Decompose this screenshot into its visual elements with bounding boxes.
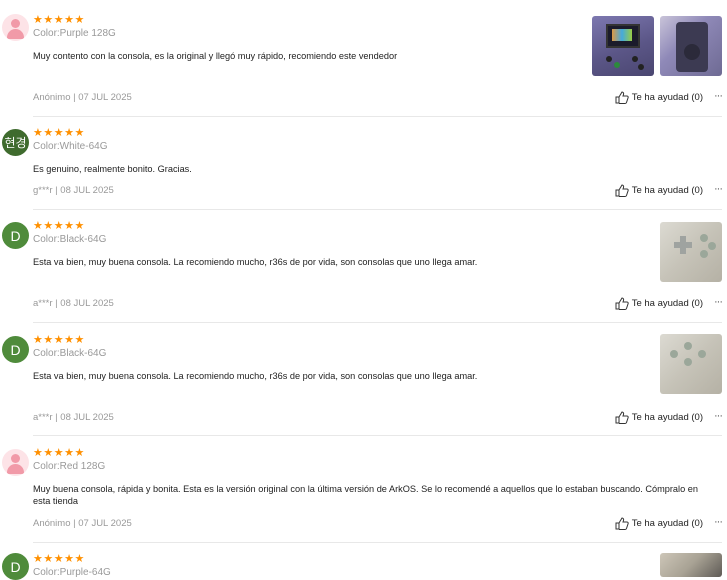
thumbs-up-icon [615,184,629,197]
avatar [2,14,29,41]
user-icon [2,14,29,41]
helpful-button[interactable]: Te ha ayudad (0) [615,411,703,424]
review-text: Esta va bien, muy buena consola. La reco… [33,257,478,267]
avatar [2,449,29,476]
review-photo[interactable] [660,16,722,76]
helpful-button[interactable]: Te ha ayudad (0) [615,184,703,197]
more-options-icon[interactable]: ··· [714,516,723,528]
avatar: 현경 [2,129,29,156]
review-item: D ★★★★★ Color:Black-64G Esta va bien, mu… [0,334,727,436]
helpful-button[interactable]: Te ha ayudad (0) [615,91,703,104]
helpful-label: Te ha ayudad (0) [631,298,703,309]
avatar: D [2,553,29,580]
avatar: D [2,222,29,249]
avatar: D [2,336,29,363]
more-options-icon[interactable]: ··· [714,90,723,102]
review-author-date: g***r | 08 JUL 2025 [33,185,114,196]
variant-label: Color:Black-64G [33,348,107,359]
review-text: Muy buena consola, rápida y bonita. Esta… [33,484,698,506]
star-rating: ★★★★★ [33,220,85,232]
review-item: 현경 ★★★★★ Color:White-64G Es genuino, rea… [0,127,727,210]
review-author-date: a***r | 08 JUL 2025 [33,412,114,423]
user-icon [2,449,29,476]
more-options-icon[interactable]: ··· [714,183,723,195]
star-rating: ★★★★★ [33,334,85,346]
review-photo[interactable] [660,334,722,394]
review-photo[interactable] [592,16,654,76]
thumbs-up-icon [615,517,629,530]
review-item: ★★★★★ Color:Red 128G Muy buena consola, … [0,447,727,543]
review-item: D ★★★★★ Color:Purple-64G [0,553,727,580]
star-rating: ★★★★★ [33,14,85,26]
review-photo[interactable] [660,222,722,282]
more-options-icon[interactable]: ··· [714,296,723,308]
avatar-initial: D [10,227,21,244]
helpful-label: Te ha ayudad (0) [631,92,703,103]
review-item: ★★★★★ Color:Purple 128G Muy contento con… [0,14,727,117]
helpful-label: Te ha ayudad (0) [631,518,703,529]
helpful-button[interactable]: Te ha ayudad (0) [615,297,703,310]
thumbs-up-icon [615,91,629,104]
review-author-date: Anónimo | 07 JUL 2025 [33,518,132,529]
helpful-label: Te ha ayudad (0) [631,185,703,196]
variant-label: Color:Red 128G [33,461,106,472]
helpful-label: Te ha ayudad (0) [631,412,703,423]
more-options-icon[interactable]: ··· [714,410,723,422]
thumbs-up-icon [615,411,629,424]
review-text: Esta va bien, muy buena consola. La reco… [33,371,478,381]
review-item: D ★★★★★ Color:Black-64G Esta va bien, mu… [0,220,727,323]
avatar-initial: D [10,341,21,358]
avatar-initial: 현경 [4,136,27,150]
helpful-button[interactable]: Te ha ayudad (0) [615,517,703,530]
star-rating: ★★★★★ [33,553,85,565]
thumbs-up-icon [615,297,629,310]
review-author-date: a***r | 08 JUL 2025 [33,298,114,309]
avatar-initial: D [10,558,21,575]
variant-label: Color:White-64G [33,141,108,152]
review-photo[interactable] [660,553,722,577]
review-text: Es genuino, realmente bonito. Gracias. [33,164,192,174]
variant-label: Color:Black-64G [33,234,107,245]
variant-label: Color:Purple-64G [33,567,111,578]
star-rating: ★★★★★ [33,447,85,459]
review-author-date: Anónimo | 07 JUL 2025 [33,92,132,103]
variant-label: Color:Purple 128G [33,28,116,39]
star-rating: ★★★★★ [33,127,85,139]
review-text: Muy contento con la consola, es la origi… [33,51,398,61]
